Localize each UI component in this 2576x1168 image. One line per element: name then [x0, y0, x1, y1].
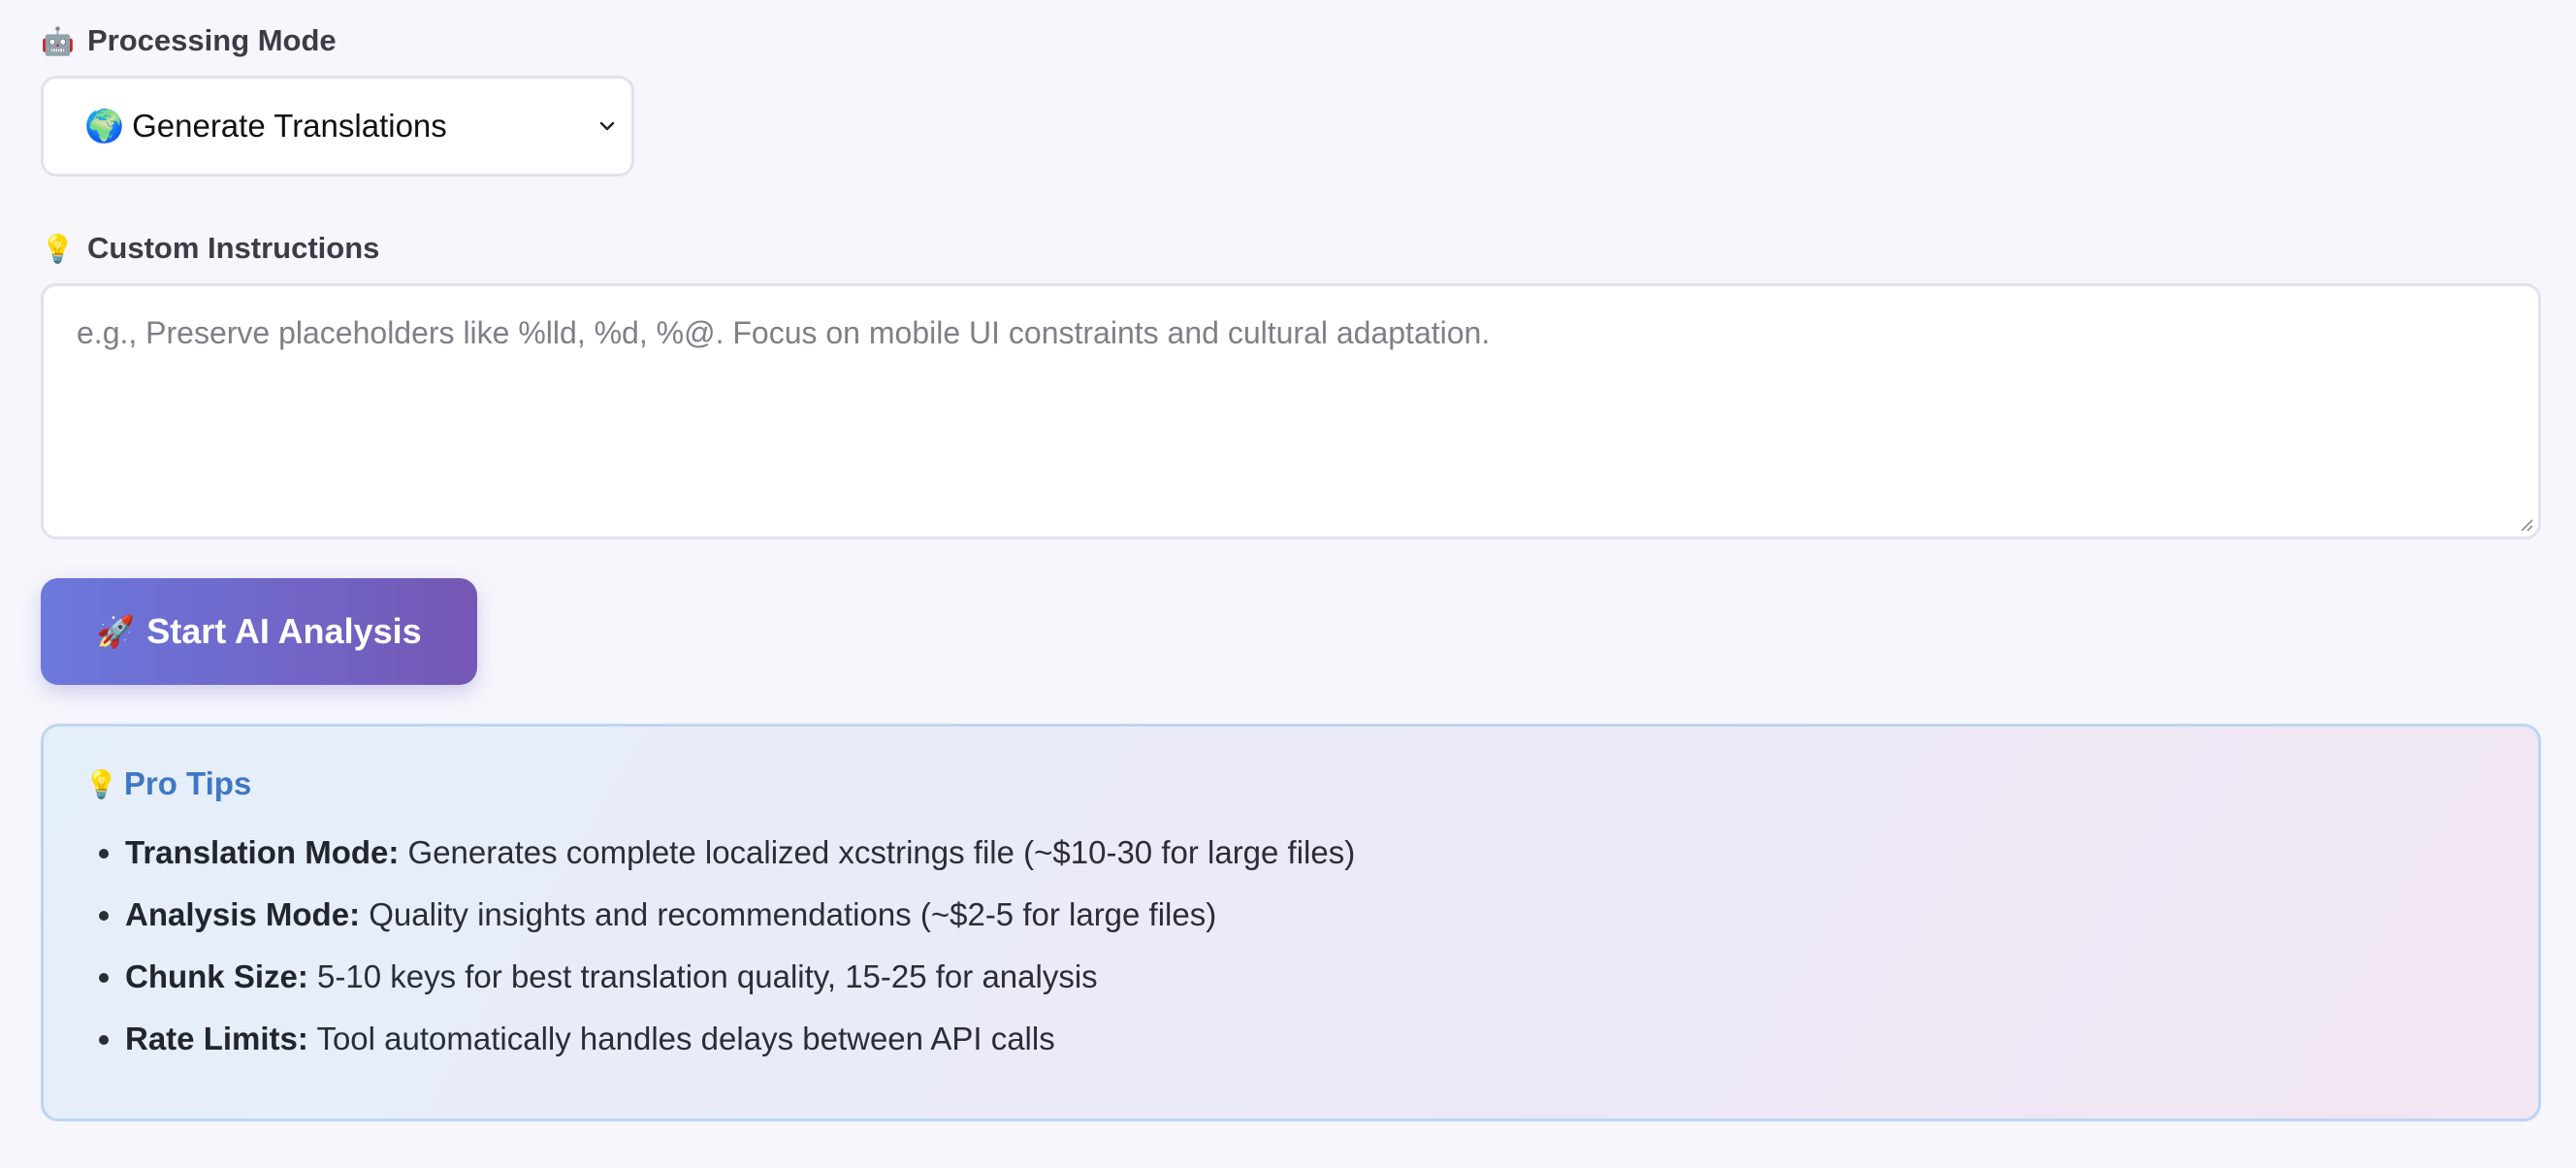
start-ai-analysis-button[interactable]: 🚀 Start AI Analysis	[41, 578, 477, 685]
tip-text: 5-10 keys for best translation quality, …	[307, 958, 1098, 994]
list-item: Translation Mode: Generates complete loc…	[125, 822, 1355, 884]
custom-instructions-textarea[interactable]: e.g., Preserve placeholders like %lld, %…	[41, 283, 2541, 539]
tip-term: Rate Limits:	[125, 1021, 308, 1056]
tip-text: Generates complete localized xcstrings f…	[399, 834, 1356, 870]
globe-icon: 🌍	[84, 107, 125, 144]
start-ai-analysis-label: Start AI Analysis	[146, 611, 422, 651]
list-item: Rate Limits: Tool automatically handles …	[125, 1008, 1355, 1070]
pro-tips-title: 💡 Pro Tips	[84, 765, 251, 802]
custom-instructions-label: 💡 Custom Instructions	[41, 227, 379, 270]
list-item: Chunk Size: 5-10 keys for best translati…	[125, 946, 1355, 1008]
robot-icon: 🤖	[41, 25, 75, 56]
chevron-down-icon	[599, 121, 615, 131]
pro-tips-title-text: Pro Tips	[123, 765, 252, 801]
lightbulb-icon: 💡	[84, 768, 118, 799]
processing-mode-label-text: Processing Mode	[87, 23, 337, 57]
tip-text: Tool automatically handles delays betwee…	[307, 1021, 1055, 1056]
rocket-icon: 🚀	[96, 614, 136, 649]
pro-tips-panel: 💡 Pro Tips Translation Mode: Generates c…	[41, 724, 2541, 1121]
list-item: Analysis Mode: Quality insights and reco…	[125, 884, 1355, 946]
resize-handle-icon[interactable]	[2517, 515, 2534, 533]
tip-term: Chunk Size:	[125, 958, 308, 994]
tip-term: Translation Mode:	[125, 834, 400, 870]
pro-tips-list: Translation Mode: Generates complete loc…	[82, 822, 1355, 1070]
processing-mode-label: 🤖 Processing Mode	[41, 19, 337, 62]
processing-mode-select[interactable]: 🌍 Generate Translations	[41, 76, 634, 177]
tip-text: Quality insights and recommendations (~$…	[360, 896, 1217, 932]
custom-instructions-placeholder: e.g., Preserve placeholders like %lld, %…	[77, 315, 1491, 350]
lightbulb-icon: 💡	[41, 233, 75, 264]
tip-term: Analysis Mode:	[125, 896, 361, 932]
custom-instructions-label-text: Custom Instructions	[87, 231, 380, 265]
processing-mode-selected-value: Generate Translations	[132, 108, 447, 144]
